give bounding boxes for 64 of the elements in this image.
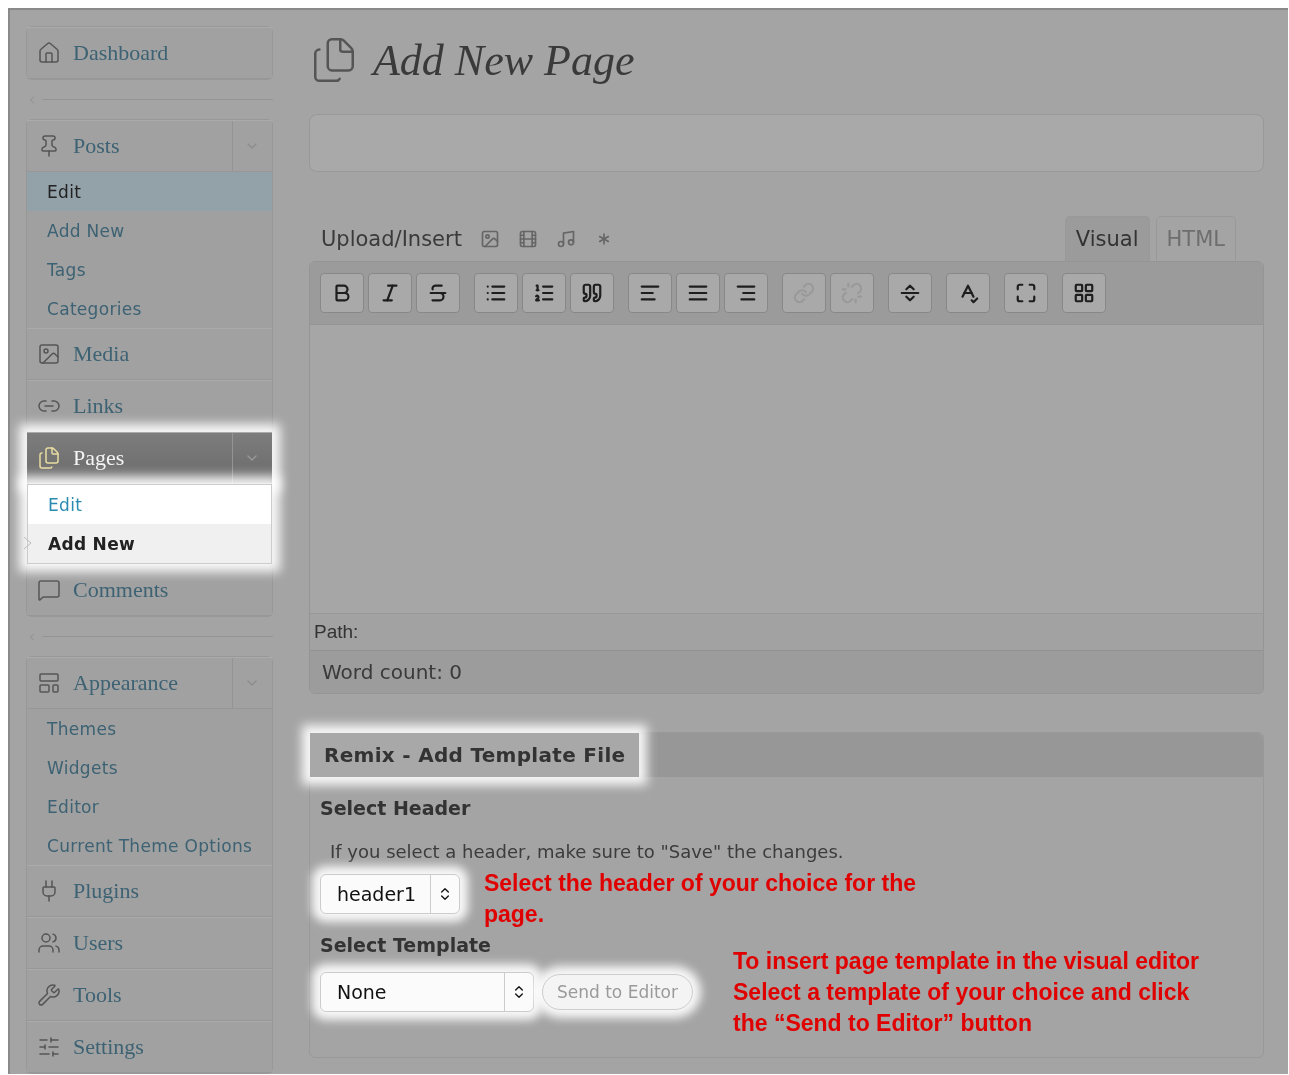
- menu-link[interactable]: Media: [27, 329, 272, 379]
- menu-link[interactable]: Users: [27, 918, 272, 968]
- toolbar-button[interactable]: [368, 273, 412, 313]
- menu-link[interactable]: Plugins: [27, 866, 272, 916]
- menu-link[interactable]: Links: [27, 381, 272, 431]
- menu-icon: [37, 931, 61, 955]
- align-center-icon: [687, 282, 709, 304]
- template-annotation: To insert page template in the visual editor: [733, 947, 1201, 976]
- toolbar-button[interactable]: [416, 273, 460, 313]
- template-select[interactable]: None: [320, 972, 534, 1012]
- submenu-link[interactable]: Current Theme Options: [27, 826, 272, 865]
- menu-link[interactable]: Comments: [27, 565, 272, 615]
- toolbar-button[interactable]: [946, 273, 990, 313]
- fullscreen-icon: [1015, 282, 1037, 304]
- menu-icon: [37, 1035, 61, 1059]
- menu-link[interactable]: Pages: [27, 433, 232, 483]
- editor-tab[interactable]: Visual: [1064, 216, 1150, 261]
- toolbar-button[interactable]: [570, 273, 614, 313]
- toolbar-button[interactable]: [628, 273, 672, 313]
- upload-label: Upload/Insert: [321, 227, 462, 251]
- strikethrough-icon: [427, 282, 449, 304]
- menu-link[interactable]: Tools: [27, 970, 272, 1020]
- submenu-link[interactable]: Edit: [27, 172, 272, 211]
- toolbar-button[interactable]: [676, 273, 720, 313]
- bullet-list-icon: [485, 282, 507, 304]
- menu-link[interactable]: Appearance: [27, 658, 232, 708]
- toolbar-button[interactable]: [320, 273, 364, 313]
- menu-icon: [37, 41, 61, 65]
- toolbar-button[interactable]: [522, 273, 566, 313]
- submenu-link[interactable]: Themes: [27, 709, 272, 748]
- submenu-link[interactable]: Editor: [27, 787, 272, 826]
- menu-icon: [37, 342, 61, 366]
- submenu-link[interactable]: Edit: [28, 485, 271, 524]
- menu-icon: [37, 578, 61, 602]
- quote-icon: [581, 282, 603, 304]
- submenu-link[interactable]: Add New: [27, 211, 272, 250]
- panel-title: Remix - Add Template File: [310, 733, 640, 777]
- menu-link[interactable]: Dashboard: [27, 28, 272, 78]
- toolbar-button[interactable]: [474, 273, 518, 313]
- menu-link[interactable]: Settings: [27, 1022, 272, 1072]
- align-right-icon: [735, 282, 757, 304]
- toolbar-button[interactable]: [724, 273, 768, 313]
- template-annotation: the “Send to Editor” button: [733, 1009, 1033, 1038]
- numbered-list-icon: [533, 282, 555, 304]
- submenu-link[interactable]: Widgets: [27, 748, 272, 787]
- toolbar-button[interactable]: [1004, 273, 1048, 313]
- header-label: Select Header: [320, 796, 472, 821]
- header-hint: If you select a header, make sure to "Save" the changes.: [330, 841, 845, 862]
- menu-icon: [37, 446, 61, 470]
- menu-icon: [37, 983, 61, 1007]
- submenu-link[interactable]: Categories: [27, 289, 272, 328]
- toolbar-button[interactable]: [888, 273, 932, 313]
- menu-link[interactable]: Posts: [27, 121, 232, 171]
- toolbar-button[interactable]: [1062, 273, 1106, 313]
- word-count: Word count: 0: [310, 650, 1263, 693]
- menu-icon: [37, 671, 61, 695]
- page-break-icon: [899, 282, 921, 304]
- align-left-icon: [639, 282, 661, 304]
- template-annotation: Select a template of your choice and click: [733, 978, 1191, 1007]
- current-indicator-icon: [24, 537, 32, 549]
- header-annotation: Select the header of your choice for the page.: [484, 869, 917, 929]
- submenu-link[interactable]: Tags: [27, 250, 272, 289]
- header-select[interactable]: header1: [320, 874, 460, 914]
- grid-icon: [1073, 282, 1095, 304]
